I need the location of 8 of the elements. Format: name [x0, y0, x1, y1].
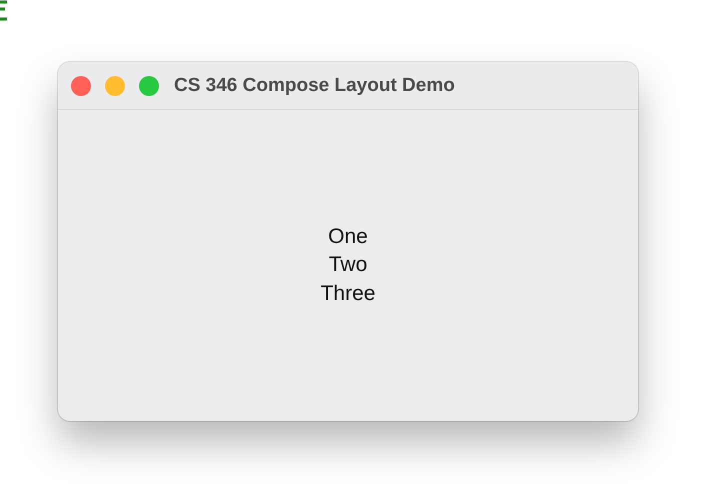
- zoom-button[interactable]: [139, 76, 159, 96]
- window-title: CS 346 Compose Layout Demo: [174, 74, 455, 96]
- text-line: Two: [328, 252, 368, 278]
- text-line: Three: [320, 280, 376, 307]
- minimize-button[interactable]: [105, 76, 125, 96]
- close-button[interactable]: [71, 76, 91, 96]
- edge-mark-icon: [0, 0, 8, 22]
- text-line: One: [328, 224, 368, 250]
